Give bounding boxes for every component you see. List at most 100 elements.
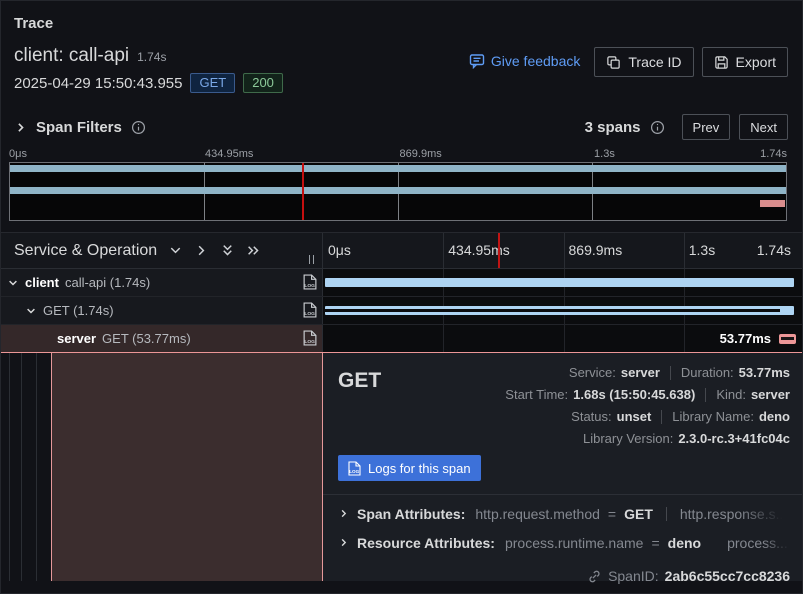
trace-id-button[interactable]: Trace ID bbox=[594, 47, 693, 77]
chevron-right-icon bbox=[14, 121, 27, 134]
span-detail-title: GET bbox=[338, 369, 381, 446]
svg-text:LOG: LOG bbox=[304, 311, 315, 317]
service-operation-header: Service & Operation bbox=[1, 233, 323, 268]
divider bbox=[323, 494, 803, 495]
indent-guide bbox=[36, 353, 37, 581]
info-icon[interactable] bbox=[131, 120, 146, 135]
indent-guide bbox=[9, 353, 10, 581]
svg-text:LOG: LOG bbox=[349, 469, 359, 474]
resource-attributes-row[interactable]: Resource Attributes: process.runtime.nam… bbox=[338, 528, 790, 557]
trace-header-actions: Give feedback Trace ID Export bbox=[469, 45, 788, 103]
expand-all-icon[interactable] bbox=[246, 243, 261, 258]
timeline-header: Service & Operation 0μs 434.95ms 869.9ms… bbox=[1, 232, 803, 269]
library-version-label: Library Version: bbox=[583, 431, 673, 446]
logs-icon[interactable]: LOG bbox=[303, 274, 317, 293]
resource-attributes-label: Resource Attributes: bbox=[357, 535, 495, 551]
trace-panel: Trace client: call-api 1.74s 2025-04-29 … bbox=[0, 0, 803, 594]
minimap-tick: 1.3s bbox=[594, 148, 615, 160]
span-id-value: 2ab6c55cc7cc8236 bbox=[665, 568, 790, 584]
attribute-key-truncated: process.... bbox=[727, 535, 790, 551]
span-operation-name: GET (53.77ms) bbox=[102, 331, 191, 346]
span-filters-title: Span Filters bbox=[36, 119, 122, 136]
span-track[interactable] bbox=[323, 269, 803, 296]
expand-one-icon[interactable] bbox=[194, 243, 209, 258]
span-duration-label: 53.77ms bbox=[720, 331, 771, 346]
library-name-value: deno bbox=[759, 409, 790, 424]
link-icon[interactable] bbox=[587, 569, 602, 584]
axis-tick: 434.95ms bbox=[448, 242, 509, 258]
export-button[interactable]: Export bbox=[702, 47, 788, 77]
span-service-name: client bbox=[25, 275, 59, 290]
service-operation-title: Service & Operation bbox=[14, 242, 157, 260]
span-track[interactable]: 53.77ms bbox=[323, 325, 803, 352]
logs-icon[interactable]: LOG bbox=[303, 302, 317, 321]
span-count: 3 spans bbox=[585, 119, 641, 136]
selected-span-detail-gutter bbox=[51, 353, 323, 581]
give-feedback-label: Give feedback bbox=[491, 53, 581, 69]
next-button[interactable]: Next bbox=[739, 114, 788, 140]
span-detail-zone: GET Service: server Duration: 53.77ms St… bbox=[1, 353, 803, 594]
axis-gridline bbox=[443, 233, 444, 268]
logs-for-span-button[interactable]: LOG Logs for this span bbox=[338, 455, 481, 481]
duration-label: Duration: bbox=[681, 365, 734, 380]
kind-label: Kind: bbox=[716, 387, 746, 402]
collapse-all-icon[interactable] bbox=[220, 243, 235, 258]
span-matches-controls: 3 spans Prev Next bbox=[585, 114, 788, 140]
span-rows: client call-api (1.74s) LOG GET (1.74s) bbox=[1, 269, 803, 353]
minimap-cursor[interactable] bbox=[302, 163, 304, 220]
duration-value: 53.77ms bbox=[739, 365, 790, 380]
service-label: Service: bbox=[569, 365, 616, 380]
chevron-down-icon[interactable] bbox=[25, 305, 37, 317]
chevron-down-icon[interactable] bbox=[7, 277, 19, 289]
span-row-get[interactable]: GET (1.74s) LOG bbox=[1, 297, 803, 325]
attribute-key-truncated: http.response.s... bbox=[680, 506, 787, 522]
chevron-right-icon bbox=[338, 508, 349, 519]
span-id-row: SpanID: 2ab6c55cc7cc8236 bbox=[338, 568, 790, 584]
export-label: Export bbox=[736, 54, 776, 70]
attribute-value: GET bbox=[624, 506, 653, 522]
axis-tick: 1.74s bbox=[757, 242, 791, 258]
library-version-value: 2.3.0-rc.3+41fc04c bbox=[678, 431, 790, 446]
chevron-right-icon bbox=[338, 537, 349, 548]
span-attributes-row[interactable]: Span Attributes: http.request.method = G… bbox=[338, 499, 790, 528]
span-operation-name: call-api (1.74s) bbox=[65, 275, 150, 290]
status-value: unset bbox=[617, 409, 652, 424]
span-row-server-selected[interactable]: server GET (53.77ms) LOG 53.77ms bbox=[1, 325, 803, 353]
span-filters-toggle[interactable]: Span Filters bbox=[14, 119, 146, 136]
method-badge: GET bbox=[190, 73, 235, 93]
minimap-span-bar-server bbox=[760, 200, 785, 207]
prev-button[interactable]: Prev bbox=[682, 114, 731, 140]
trace-name: client: call-api bbox=[14, 45, 129, 67]
axis-tick: 0μs bbox=[328, 242, 351, 258]
child-extent-stripe bbox=[325, 309, 780, 312]
axis-tick: 869.9ms bbox=[569, 242, 623, 258]
span-track[interactable] bbox=[323, 297, 803, 324]
minimap-tick: 1.74s bbox=[760, 148, 787, 160]
start-time-value: 1.68s (15:50:45.638) bbox=[573, 387, 695, 402]
minimap-span-bar-get bbox=[10, 187, 786, 194]
axis-gridline bbox=[564, 233, 565, 268]
span-duration-bar[interactable] bbox=[325, 306, 794, 315]
next-label: Next bbox=[750, 120, 777, 135]
span-duration-bar[interactable] bbox=[779, 334, 796, 344]
library-name-label: Library Name: bbox=[672, 409, 754, 424]
kind-value: server bbox=[751, 387, 790, 402]
collapse-one-icon[interactable] bbox=[168, 243, 183, 258]
span-id-label: SpanID: bbox=[608, 568, 659, 584]
trace-header-left: client: call-api 1.74s 2025-04-29 15:50:… bbox=[14, 45, 283, 103]
status-code-badge: 200 bbox=[243, 73, 283, 93]
span-detail-panel: GET Service: server Duration: 53.77ms St… bbox=[323, 353, 803, 581]
timeline-minimap[interactable] bbox=[9, 162, 787, 221]
service-value: server bbox=[621, 365, 660, 380]
info-icon[interactable] bbox=[650, 120, 665, 135]
prev-label: Prev bbox=[693, 120, 720, 135]
axis-gridline bbox=[684, 233, 685, 268]
give-feedback-link[interactable]: Give feedback bbox=[469, 53, 581, 69]
timeline-axis: 0μs 434.95ms 869.9ms 1.3s 1.74s bbox=[323, 233, 803, 268]
span-duration-bar[interactable] bbox=[325, 278, 794, 287]
attribute-key: http.request.method bbox=[475, 506, 600, 522]
span-row-client[interactable]: client call-api (1.74s) LOG bbox=[1, 269, 803, 297]
logs-icon[interactable]: LOG bbox=[303, 330, 317, 349]
span-filters-bar: Span Filters 3 spans Prev Next bbox=[14, 111, 788, 143]
column-resizer-handle[interactable] bbox=[309, 255, 315, 264]
